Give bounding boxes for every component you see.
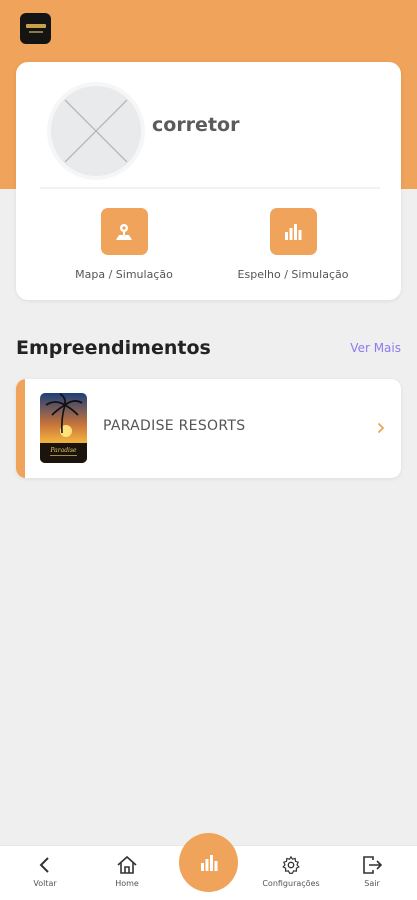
thumbnail-wordmark: Paradise — [49, 447, 77, 454]
nav-settings-button[interactable]: Configurações — [256, 855, 326, 888]
home-icon — [117, 855, 137, 874]
nav-home-button[interactable]: Home — [106, 855, 148, 888]
avatar-placeholder[interactable] — [51, 86, 141, 176]
nav-settings-label: Configurações — [262, 879, 320, 888]
chevron-right-icon — [377, 419, 385, 438]
logout-icon — [363, 856, 383, 874]
bar-chart-icon — [200, 854, 217, 871]
back-icon — [39, 857, 49, 873]
project-card[interactable]: Paradise PARADISE RESORTS — [16, 379, 401, 478]
bar-chart-icon — [269, 208, 317, 255]
map-pin-icon — [100, 208, 148, 255]
map-simulation-label: Mapa / Simulação — [75, 268, 173, 281]
nav-home-label: Home — [115, 879, 139, 888]
app-logo — [20, 13, 51, 44]
nav-back-label: Voltar — [33, 879, 57, 888]
mirror-simulation-label: Espelho / Simulação — [237, 268, 349, 281]
nav-exit-label: Sair — [364, 879, 380, 888]
section-title: Empreendimentos — [16, 337, 211, 359]
profile-card: corretor Mapa / Simulação Espelho / Simu… — [16, 62, 401, 300]
mirror-simulation-button[interactable]: Espelho / Simulação — [213, 208, 373, 281]
divider — [40, 187, 380, 189]
nav-back-button[interactable]: Voltar — [27, 855, 63, 888]
see-more-link[interactable]: Ver Mais — [350, 341, 401, 355]
gear-icon — [282, 855, 300, 875]
project-accent-bar — [16, 379, 25, 478]
project-name: PARADISE RESORTS — [103, 418, 246, 434]
nav-exit-button[interactable]: Sair — [357, 855, 387, 888]
project-thumbnail: Paradise — [40, 393, 87, 463]
map-simulation-button[interactable]: Mapa / Simulação — [44, 208, 204, 281]
chart-fab-button[interactable] — [179, 833, 238, 892]
username: corretor — [152, 114, 240, 136]
